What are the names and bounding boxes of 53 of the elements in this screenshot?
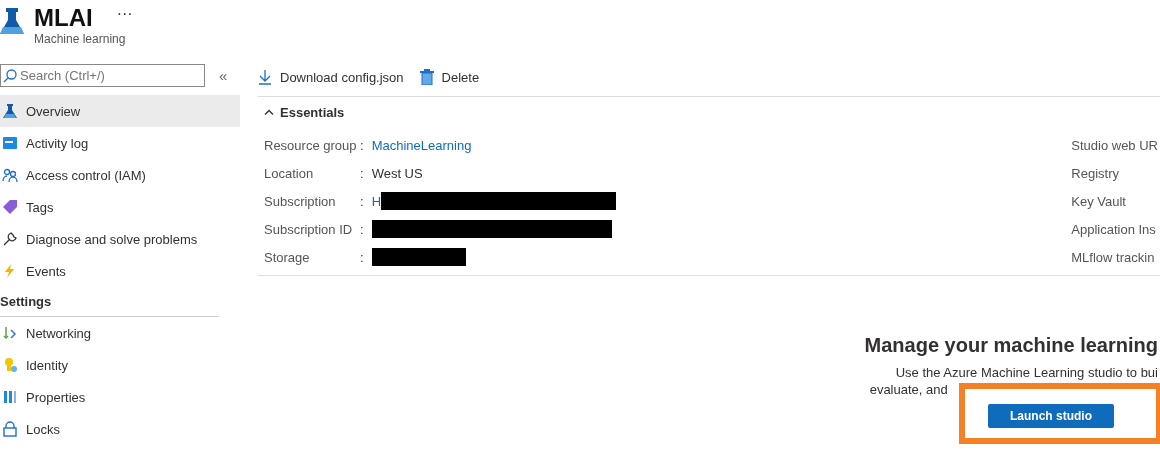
nav-item[interactable]: Events bbox=[0, 255, 240, 287]
toolbar-button[interactable]: Delete bbox=[419, 69, 480, 85]
resource-title: MLAI bbox=[34, 4, 93, 32]
nav-icon bbox=[2, 325, 18, 341]
nav-item[interactable]: Networking bbox=[0, 317, 240, 349]
nav-icon bbox=[2, 389, 18, 405]
property-label: Subscription ID bbox=[264, 221, 354, 237]
search-field[interactable]: Search (Ctrl+/) bbox=[0, 64, 205, 87]
property-label: Storage bbox=[264, 249, 311, 265]
nav-item[interactable]: Properties bbox=[0, 381, 240, 413]
separator: : bbox=[360, 137, 364, 153]
nav-item[interactable]: Identity bbox=[0, 349, 240, 381]
promo-text: Use the Azure Machine Learning studio to bui bbox=[895, 364, 1158, 381]
nav-icon bbox=[2, 103, 18, 119]
property-link[interactable]: H bbox=[371, 193, 381, 209]
collapse-button[interactable]: « bbox=[219, 67, 228, 84]
download-icon bbox=[258, 69, 272, 85]
separator: : bbox=[360, 221, 364, 237]
nav-item[interactable]: Diagnose and solve problems bbox=[0, 223, 240, 255]
property-label: Subscription bbox=[264, 193, 337, 209]
nav-icon bbox=[2, 167, 18, 183]
property-label: Resource group bbox=[264, 137, 358, 153]
nav-item[interactable]: Tags bbox=[0, 191, 240, 223]
nav-item[interactable]: Activity log bbox=[0, 127, 240, 159]
nav-icon bbox=[2, 357, 18, 373]
property-label: Studio web UR bbox=[1071, 137, 1158, 153]
separator: : bbox=[360, 165, 364, 181]
launch-studio-button[interactable]: Launch studio bbox=[988, 404, 1114, 428]
more-options[interactable]: ··· bbox=[116, 4, 133, 32]
essentials-toggle[interactable]: Essentials bbox=[258, 97, 1160, 127]
property-label: MLflow trackin bbox=[1071, 249, 1155, 265]
promo-heading: Manage your machine learning bbox=[864, 333, 1158, 358]
nav-item[interactable]: Access control (IAM) bbox=[0, 159, 240, 191]
chevron-icon bbox=[264, 109, 274, 115]
nav-icon bbox=[2, 199, 18, 215]
section-heading: Settings bbox=[0, 294, 219, 317]
separator: : bbox=[360, 193, 364, 209]
nav-item[interactable]: Locks bbox=[0, 413, 240, 445]
property-label: Application Ins bbox=[1071, 221, 1156, 237]
trash-icon bbox=[419, 69, 434, 85]
toolbar-button[interactable]: Download config.json bbox=[258, 69, 404, 85]
nav-icon bbox=[2, 231, 18, 247]
resource-subtitle: Machine learning bbox=[34, 32, 127, 46]
nav-icon bbox=[2, 421, 18, 437]
property-link[interactable]: MachineLearning bbox=[371, 137, 472, 153]
promo-text: evaluate, and bbox=[869, 381, 948, 398]
property-label: Registry bbox=[1071, 165, 1119, 181]
nav-item[interactable]: Overview bbox=[0, 95, 240, 127]
property-label: Location bbox=[264, 165, 315, 181]
property-label: Key Vault bbox=[1071, 193, 1126, 209]
separator: : bbox=[360, 249, 364, 265]
nav-icon bbox=[2, 135, 18, 151]
property-value: West US bbox=[371, 165, 423, 181]
